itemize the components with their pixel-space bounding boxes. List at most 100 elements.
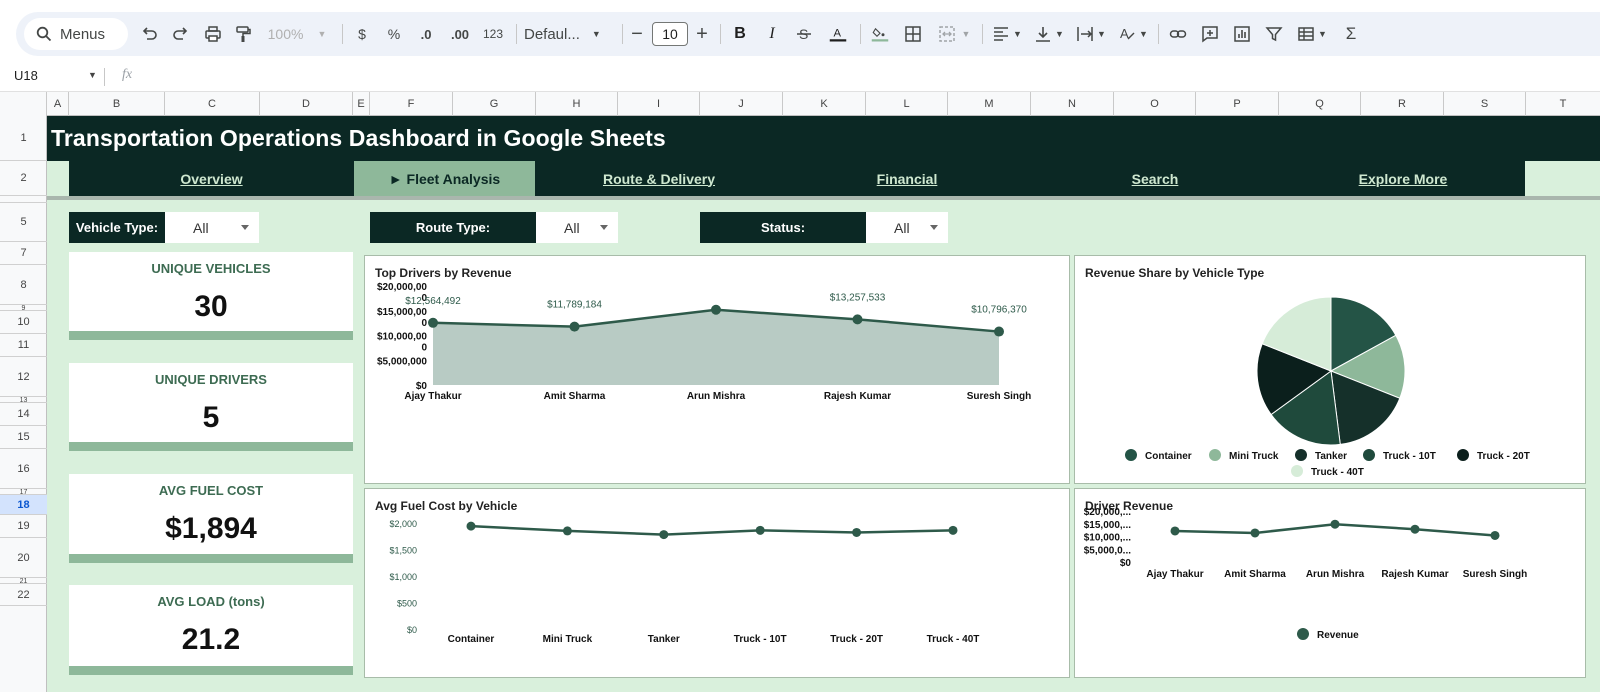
vehicle-type-dropdown[interactable]: All <box>165 212 259 243</box>
functions-button[interactable]: Σ <box>1338 12 1364 56</box>
chart-icon <box>1234 26 1250 42</box>
column-header-e[interactable]: E <box>353 92 370 116</box>
text-color-button[interactable]: A <box>824 12 852 56</box>
font-size-decrease-button[interactable]: − <box>628 12 646 56</box>
row-header-22[interactable]: 22 <box>0 584 47 606</box>
column-header-d[interactable]: D <box>260 92 353 116</box>
row-header-16[interactable]: 16 <box>0 449 47 489</box>
column-header-t[interactable]: T <box>1526 92 1600 116</box>
chart-fuel-cost[interactable]: Avg Fuel Cost by Vehicle $2,000 $1,500 $1,… <box>364 488 1070 678</box>
x-tick-label: Suresh Singh <box>967 391 1031 402</box>
column-header-n[interactable]: N <box>1031 92 1114 116</box>
strikethrough-button[interactable]: S <box>792 12 816 56</box>
column-header-o[interactable]: O <box>1114 92 1196 116</box>
vertical-align-button[interactable]: ▼ <box>1030 12 1068 56</box>
font-size-increase-button[interactable]: + <box>692 12 712 56</box>
kpi-card-unique-drivers: UNIQUE DRIVERS 5 <box>69 363 353 451</box>
column-header-j[interactable]: J <box>700 92 783 116</box>
row-header-hidden[interactable] <box>0 196 47 203</box>
row-header-8[interactable]: 8 <box>0 265 47 305</box>
page-title: Transportation Operations Dashboard in G… <box>51 125 666 151</box>
fill-color-button[interactable] <box>866 12 894 56</box>
filter-button[interactable] <box>1260 12 1288 56</box>
decrease-decimal-button[interactable]: .0 <box>412 12 440 56</box>
insert-comment-button[interactable] <box>1196 12 1224 56</box>
nav-explore-more[interactable]: Explore More <box>1279 161 1527 196</box>
column-header-a[interactable]: A <box>47 92 69 116</box>
increase-decimal-button[interactable]: .00 <box>444 12 476 56</box>
number-format-button[interactable]: 123 <box>478 12 508 56</box>
row-header-2[interactable]: 2 <box>0 161 47 196</box>
bold-button[interactable]: B <box>728 12 752 56</box>
column-header-k[interactable]: K <box>783 92 866 116</box>
row-header-12[interactable]: 12 <box>0 357 47 397</box>
chart-top-drivers[interactable]: Top Drivers by Revenue $20,000,00 0 $15,00… <box>364 255 1070 484</box>
row-header-7[interactable]: 7 <box>0 242 47 265</box>
borders-button[interactable] <box>900 12 926 56</box>
column-header-g[interactable]: G <box>453 92 536 116</box>
route-type-dropdown[interactable]: All <box>536 212 618 243</box>
row-header-5[interactable]: 5 <box>0 203 47 242</box>
menus-search[interactable]: Menus <box>24 18 128 50</box>
number-format-label: 123 <box>482 27 504 41</box>
chevron-down-icon: ▼ <box>1097 29 1106 39</box>
redo-button[interactable] <box>168 12 194 56</box>
chart-revenue-share[interactable]: Revenue Share by Vehicle Type Container M… <box>1074 255 1586 484</box>
font-family-select[interactable]: Defaul... ▼ <box>524 12 614 56</box>
align-left-button[interactable]: ▼ <box>988 12 1026 56</box>
nav-fleet-analysis[interactable]: ► Fleet Analysis <box>354 161 535 196</box>
row-header-18[interactable]: 18 <box>0 495 47 515</box>
data-point <box>569 321 580 332</box>
chart-fuel-cost-svg: $2,000 $1,500 $1,000 $500 $0 Container Mini Tr… <box>389 519 979 645</box>
print-button[interactable] <box>200 12 226 56</box>
insert-chart-button[interactable] <box>1228 12 1256 56</box>
column-header-c[interactable]: C <box>165 92 260 116</box>
nav-overview[interactable]: Overview <box>69 161 354 196</box>
column-header-p[interactable]: P <box>1196 92 1279 116</box>
column-header-m[interactable]: M <box>948 92 1031 116</box>
text-wrap-button[interactable]: ▼ <box>1072 12 1110 56</box>
column-header-b[interactable]: B <box>69 92 165 116</box>
currency-button[interactable]: $ <box>350 12 374 56</box>
column-header-f[interactable]: F <box>370 92 453 116</box>
column-header-l[interactable]: L <box>866 92 948 116</box>
percent-button[interactable]: % <box>382 12 406 56</box>
vehicle-type-label: Vehicle Type: <box>69 212 165 243</box>
column-header-h[interactable]: H <box>536 92 618 116</box>
zoom-select[interactable]: 100% ▼ <box>262 12 332 56</box>
row-header-15[interactable]: 15 <box>0 426 47 449</box>
row-header-11[interactable]: 11 <box>0 334 47 357</box>
row-header-14[interactable]: 14 <box>0 403 47 426</box>
column-header-s[interactable]: S <box>1444 92 1526 116</box>
chart-revenue-share-svg: Container Mini Truck Tanker Truck - 10T Truc… <box>1125 296 1530 478</box>
x-tick-label: Truck - 10T <box>734 634 787 645</box>
formula-input[interactable] <box>150 62 1590 92</box>
undo-button[interactable] <box>136 12 162 56</box>
text-rotation-button[interactable]: A ▼ <box>1114 12 1152 56</box>
kpi-value: 30 <box>194 290 228 323</box>
filter-views-button[interactable]: ▼ <box>1292 12 1332 56</box>
column-header-i[interactable]: I <box>618 92 700 116</box>
select-all-corner[interactable] <box>0 92 47 116</box>
row-header-1[interactable]: 1 <box>0 116 47 161</box>
nav-search[interactable]: Search <box>1031 161 1279 196</box>
font-size-input[interactable]: 10 <box>652 22 688 46</box>
column-header-r[interactable]: R <box>1361 92 1444 116</box>
column-header-q[interactable]: Q <box>1279 92 1361 116</box>
row-header-10[interactable]: 10 <box>0 311 47 334</box>
italic-button[interactable]: I <box>760 12 784 56</box>
status-dropdown[interactable]: All <box>866 212 948 243</box>
name-box[interactable]: U18 ▼ <box>14 68 97 83</box>
insert-link-button[interactable] <box>1164 12 1192 56</box>
y-tick-label: $1,500 <box>389 546 417 556</box>
kpi-value: $1,894 <box>165 512 257 545</box>
area-fill <box>433 309 999 385</box>
paint-format-button[interactable] <box>230 12 256 56</box>
row-header-19[interactable]: 19 <box>0 515 47 538</box>
percent-label: % <box>387 26 401 42</box>
nav-route-delivery[interactable]: Route & Delivery <box>535 161 783 196</box>
merge-cells-button[interactable]: ▼ <box>932 12 976 56</box>
chart-driver-revenue[interactable]: Driver Revenue $20,000,... $15,000,... $10… <box>1074 488 1586 678</box>
nav-financial[interactable]: Financial <box>783 161 1031 196</box>
row-header-20[interactable]: 20 <box>0 538 47 578</box>
